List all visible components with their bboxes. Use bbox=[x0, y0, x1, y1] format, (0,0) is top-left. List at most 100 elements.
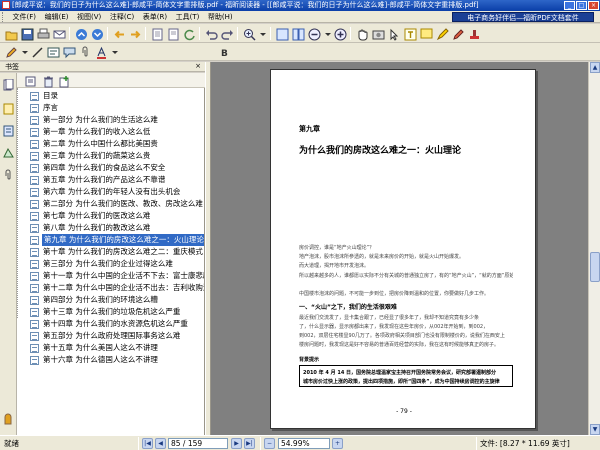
pen-dropdown-icon[interactable] bbox=[20, 45, 28, 58]
pencil-icon[interactable] bbox=[451, 27, 464, 40]
color-dropdown-icon[interactable] bbox=[110, 45, 118, 58]
edit-pen-icon[interactable] bbox=[4, 45, 17, 58]
note-icon[interactable] bbox=[419, 27, 433, 40]
select-text-icon[interactable] bbox=[387, 27, 400, 41]
single-page-icon[interactable] bbox=[275, 27, 289, 41]
open-icon[interactable] bbox=[4, 27, 18, 41]
bookmark-icon bbox=[30, 212, 39, 221]
text-box-icon[interactable] bbox=[46, 45, 60, 58]
comments-panel-icon[interactable] bbox=[3, 125, 14, 137]
delete-bookmark-icon[interactable] bbox=[41, 74, 54, 88]
bookmark-item[interactable]: 第十三章 为什么我们的垃圾危机这么严重 bbox=[17, 306, 203, 318]
bookmark-label: 第一部分 为什么我们的生活这么难 bbox=[43, 115, 158, 124]
zoom-dropdown-icon[interactable] bbox=[258, 27, 266, 40]
scroll-thumb[interactable] bbox=[590, 252, 600, 282]
menu-edit[interactable]: 编辑(E) bbox=[42, 11, 72, 23]
ad-banner[interactable]: 电子商务好伴侣—福昕PDF文档套件 bbox=[452, 12, 594, 22]
document-viewer[interactable]: 第九章 为什么我们的房改这么难之一：火山理论 房价调控，谁是“地产火山理论”？ … bbox=[211, 62, 600, 435]
bookmark-item[interactable]: 第十五章 为什么美国人这么不讲理 bbox=[17, 342, 203, 354]
zoom-level-dropdown-icon[interactable] bbox=[323, 27, 331, 40]
rotate-icon[interactable] bbox=[182, 27, 195, 41]
bookmark-item[interactable]: 第四部分 为什么我们的环境这么糟 bbox=[17, 294, 203, 306]
scroll-down-icon[interactable]: ▼ bbox=[590, 424, 600, 435]
menu-form[interactable]: 表单(R) bbox=[140, 11, 170, 23]
bookmark-icon bbox=[30, 308, 39, 317]
email-icon[interactable] bbox=[52, 27, 66, 40]
pages-panel-icon[interactable] bbox=[3, 78, 14, 91]
vertical-scrollbar[interactable]: ▲ ▼ bbox=[588, 62, 600, 435]
prev-page-button[interactable]: ◀ bbox=[155, 438, 166, 449]
highlight-icon[interactable] bbox=[435, 27, 449, 41]
bookmark-item[interactable]: 第二章 为什么中国什么都比美国贵 bbox=[17, 138, 203, 150]
menu-view[interactable]: 视图(V) bbox=[74, 11, 104, 23]
undo-icon[interactable] bbox=[204, 27, 218, 40]
continuous-page-icon[interactable] bbox=[291, 27, 305, 41]
first-page-button[interactable]: |◀ bbox=[142, 438, 153, 449]
expand-bookmark-icon[interactable] bbox=[23, 74, 36, 87]
bookmark-item[interactable]: 第二部分 为什么我们的医改、教改、房改这么难 bbox=[17, 198, 203, 210]
maximize-button[interactable]: □ bbox=[576, 1, 587, 10]
zoom-in-button[interactable]: + bbox=[332, 438, 343, 449]
bookmark-item[interactable]: 第七章 为什么我们的医改这么难 bbox=[17, 210, 203, 222]
page-up-icon[interactable] bbox=[74, 27, 87, 40]
forward-icon[interactable] bbox=[128, 27, 141, 40]
bookmark-item[interactable]: 第八章 为什么我们的教改这么难 bbox=[17, 222, 203, 234]
font-color-icon[interactable] bbox=[94, 45, 107, 59]
last-page-icon[interactable] bbox=[166, 27, 179, 41]
bookmark-item[interactable]: 序言 bbox=[17, 102, 203, 114]
bookmark-item[interactable]: 第四章 为什么我们的食品这么不安全 bbox=[17, 162, 203, 174]
attachments-panel-icon[interactable] bbox=[3, 169, 14, 181]
layers-panel-icon[interactable] bbox=[3, 147, 14, 159]
snapshot-icon[interactable] bbox=[371, 27, 385, 40]
save-icon[interactable] bbox=[20, 27, 34, 41]
bookmark-list: 目录 序言第一部分 为什么我们的生活这么难第一章 为什么我们的收入这么低 第二章 为… bbox=[17, 88, 205, 435]
bookmark-item[interactable]: 第十章 为什么我们的房改这么难之二：重庆模式 bbox=[17, 246, 203, 258]
bookmark-item[interactable]: 第三部分 为什么我们的企业过得这么难 bbox=[17, 258, 203, 270]
bookmark-item[interactable]: 第十六章 为什么德国人这么不讲理 bbox=[17, 354, 203, 366]
bookmark-item[interactable]: 第十二章 为什么中国的企业活不出去：吉利收购沃 bbox=[17, 282, 204, 294]
close-button[interactable]: × bbox=[588, 1, 599, 10]
zoom-plus-icon[interactable] bbox=[333, 27, 347, 41]
zoom-in-icon[interactable] bbox=[242, 27, 256, 41]
bookmark-item[interactable]: 第三章 为什么我们的蔬菜这么贵 bbox=[17, 150, 203, 162]
bookmarks-panel-icon[interactable] bbox=[3, 103, 14, 115]
zoom-out-icon[interactable] bbox=[307, 27, 321, 41]
bookmark-label: 序言 bbox=[43, 103, 58, 112]
page-size-text: 文件: [8.27 * 11.69 英寸] bbox=[480, 439, 570, 448]
bookmark-item[interactable]: 第十四章 为什么我们的水资源危机这么严重 bbox=[17, 318, 203, 330]
last-page-button[interactable]: ▶| bbox=[244, 438, 255, 449]
bookmark-item[interactable]: 第五章 为什么我们的产品这么不靠谱 bbox=[17, 174, 203, 186]
add-bookmark-icon[interactable] bbox=[57, 74, 70, 88]
bookmark-item[interactable]: 第五部分 为什么政府处理国际事务这么难 bbox=[17, 330, 203, 342]
bookmark-item[interactable]: 第九章 为什么我们的房改这么难之一：火山理论 bbox=[17, 234, 204, 246]
callout-icon[interactable] bbox=[62, 45, 76, 59]
zoom-field[interactable]: 54.99% bbox=[278, 438, 330, 449]
sidebar-close-icon[interactable]: × bbox=[194, 62, 202, 71]
bookmark-item[interactable]: 第六章 为什么我们的年轻人没有出头机会 bbox=[17, 186, 203, 198]
menu-help[interactable]: 帮助(H) bbox=[205, 11, 236, 23]
bookmark-item[interactable]: 第十一章 为什么中国的企业活不下去：富士康悲剧 bbox=[17, 270, 204, 282]
menu-tools[interactable]: 工具(T) bbox=[173, 11, 203, 23]
scroll-up-icon[interactable]: ▲ bbox=[590, 62, 600, 73]
menu-file[interactable]: 文件(F) bbox=[10, 11, 40, 23]
bold-icon[interactable]: B bbox=[217, 45, 230, 59]
redo-icon[interactable] bbox=[220, 27, 233, 40]
stamp-icon[interactable] bbox=[467, 27, 480, 40]
line-tool-icon[interactable] bbox=[30, 45, 43, 58]
print-icon[interactable] bbox=[36, 27, 50, 40]
first-page-icon[interactable] bbox=[150, 27, 163, 41]
typewriter-icon[interactable] bbox=[403, 27, 417, 41]
hand-tool-icon[interactable] bbox=[355, 27, 368, 41]
attach-icon[interactable] bbox=[78, 45, 91, 58]
bookmark-item[interactable]: 目录 bbox=[17, 90, 203, 102]
bookmark-item[interactable]: 第一章 为什么我们的收入这么低 bbox=[17, 126, 203, 138]
next-page-button[interactable]: ▶ bbox=[231, 438, 242, 449]
menu-comment[interactable]: 注释(C) bbox=[107, 11, 137, 23]
zoom-out-button[interactable]: − bbox=[264, 438, 275, 449]
page-number-field[interactable]: 85 / 159 bbox=[168, 438, 228, 449]
page-down-icon[interactable] bbox=[90, 27, 103, 40]
bookmark-item[interactable]: 第一部分 为什么我们的生活这么难 bbox=[17, 114, 203, 126]
signature-panel-icon[interactable] bbox=[3, 413, 14, 425]
minimize-button[interactable]: _ bbox=[564, 1, 575, 10]
back-icon[interactable] bbox=[112, 27, 125, 40]
